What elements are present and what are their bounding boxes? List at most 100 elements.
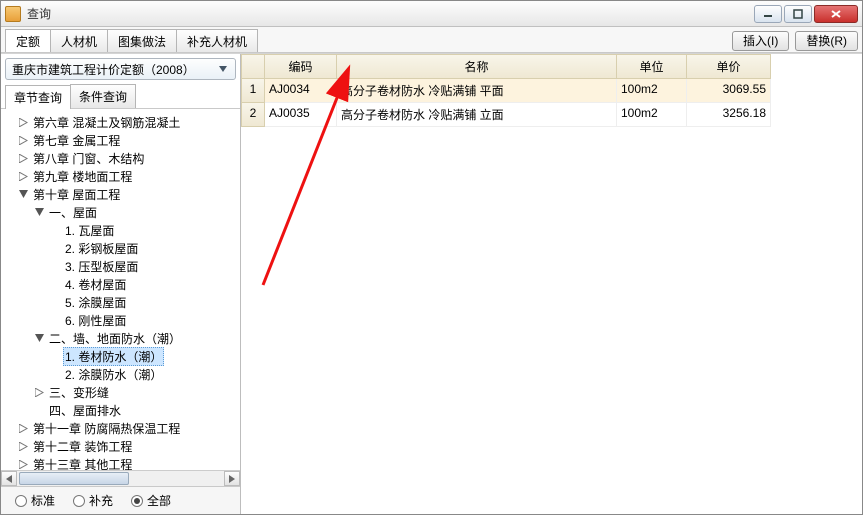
tree-node-label: 第十二章 装饰工程 [31,438,134,455]
expand-icon[interactable] [17,134,29,146]
col-header-name[interactable]: 名称 [337,54,617,79]
tree-node-label: 第九章 楼地面工程 [31,168,134,185]
tree-node-label: 四、屋面排水 [47,402,123,419]
tree-node-label: 第十三章 其他工程 [31,456,134,471]
tree-node[interactable]: 第十三章 其他工程 [1,455,240,470]
tree-node-label: 3. 压型板屋面 [63,258,140,275]
norm-combo[interactable]: 重庆市建筑工程计价定额（2008） [5,58,236,80]
tree-wrap: 第六章 混凝土及钢筋混凝土第七章 金属工程第八章 门窗、木结构第九章 楼地面工程… [1,109,240,486]
tree-node-label: 二、墙、地面防水（潮） [47,330,183,347]
right-panel: 编码名称单位单价 1AJ0034高分子卷材防水 冷贴满铺 平面100m23069.… [241,54,862,514]
chevron-down-icon [215,61,231,77]
tree-node-label: 第六章 混凝土及钢筋混凝土 [31,114,182,131]
minimize-icon [763,9,773,19]
col-header-rownum[interactable] [241,54,265,79]
cell-name[interactable]: 高分子卷材防水 冷贴满铺 立面 [337,103,617,127]
app-window: 查询 定额人材机图集做法补充人材机 插入(I) 替换(R) 重庆市建筑工程计价定… [0,0,863,515]
tree-node[interactable]: 1. 瓦屋面 [1,221,240,239]
collapse-icon[interactable] [17,188,29,200]
left-subtabs: 章节查询条件查询 [1,84,240,109]
tree-node[interactable]: 2. 涂膜防水（潮） [1,365,240,383]
window-title: 查询 [27,5,754,22]
expand-icon[interactable] [17,458,29,470]
cell-unit[interactable]: 100m2 [617,103,687,127]
radio-icon [15,495,27,507]
tree-node[interactable]: 5. 涂膜屋面 [1,293,240,311]
tab-2[interactable]: 图集做法 [107,29,177,52]
tree-node-label: 6. 刚性屋面 [63,312,128,329]
expand-icon[interactable] [17,422,29,434]
titlebar: 查询 [1,1,862,27]
expand-icon[interactable] [33,386,45,398]
cell-unit[interactable]: 100m2 [617,79,687,103]
radio-1[interactable]: 补充 [73,492,113,509]
scroll-thumb[interactable] [19,472,129,485]
tree-node-label: 4. 卷材屋面 [63,276,128,293]
radio-icon [131,495,143,507]
tree-node[interactable]: 3. 压型板屋面 [1,257,240,275]
tree-node[interactable]: 四、屋面排水 [1,401,240,419]
expand-icon[interactable] [17,152,29,164]
radio-icon [73,495,85,507]
tree-node-label: 第七章 金属工程 [31,132,122,149]
close-button[interactable] [814,5,858,23]
scroll-right-button[interactable] [224,471,240,486]
tree-node-label: 第十一章 防腐隔热保温工程 [31,420,182,437]
tree-horizontal-scrollbar[interactable] [1,470,240,486]
col-header-unit[interactable]: 单位 [617,54,687,79]
tree-node[interactable]: 第十一章 防腐隔热保温工程 [1,419,240,437]
radio-0[interactable]: 标准 [15,492,55,509]
cell-name[interactable]: 高分子卷材防水 冷贴满铺 平面 [337,79,617,103]
cell-price[interactable]: 3256.18 [687,103,771,127]
subtab-1[interactable]: 条件查询 [70,84,136,108]
results-grid[interactable]: 编码名称单位单价 1AJ0034高分子卷材防水 冷贴满铺 平面100m23069.… [241,54,862,127]
row-number[interactable]: 1 [241,79,265,103]
tree-node-label: 2. 彩钢板屋面 [63,240,140,257]
tab-3[interactable]: 补充人材机 [176,29,258,52]
tree-node-label: 5. 涂膜屋面 [63,294,128,311]
tree-node[interactable]: 1. 卷材防水（潮） [1,347,240,365]
replace-button[interactable]: 替换(R) [795,31,858,51]
expand-icon[interactable] [17,116,29,128]
minimize-button[interactable] [754,5,782,23]
tree-node[interactable]: 第十二章 装饰工程 [1,437,240,455]
radio-label: 标准 [31,492,55,509]
cell-code[interactable]: AJ0034 [265,79,337,103]
tab-1[interactable]: 人材机 [50,29,108,52]
collapse-icon[interactable] [33,332,45,344]
cell-code[interactable]: AJ0035 [265,103,337,127]
tree-node[interactable]: 第九章 楼地面工程 [1,167,240,185]
tree-node[interactable]: 2. 彩钢板屋面 [1,239,240,257]
tree-node[interactable]: 第六章 混凝土及钢筋混凝土 [1,113,240,131]
col-header-code[interactable]: 编码 [265,54,337,79]
scroll-track[interactable] [17,471,224,486]
tab-0[interactable]: 定额 [5,29,51,52]
expand-icon[interactable] [17,440,29,452]
tree-node-label: 2. 涂膜防水（潮） [63,366,164,383]
main-toolbar: 定额人材机图集做法补充人材机 插入(I) 替换(R) [1,27,862,53]
tree-node[interactable]: 6. 刚性屋面 [1,311,240,329]
filter-radios: 标准 补充 全部 [1,486,240,514]
cell-price[interactable]: 3069.55 [687,79,771,103]
tree-node[interactable]: 第八章 门窗、木结构 [1,149,240,167]
row-number[interactable]: 2 [241,103,265,127]
tree-node-label: 1. 瓦屋面 [63,222,116,239]
col-header-price[interactable]: 单价 [687,54,771,79]
tree-node[interactable]: 第十章 屋面工程 [1,185,240,203]
tree-node[interactable]: 4. 卷材屋面 [1,275,240,293]
radio-label: 全部 [147,492,171,509]
maximize-button[interactable] [784,5,812,23]
chapter-tree[interactable]: 第六章 混凝土及钢筋混凝土第七章 金属工程第八章 门窗、木结构第九章 楼地面工程… [1,109,240,470]
radio-2[interactable]: 全部 [131,492,171,509]
tree-node[interactable]: 三、变形缝 [1,383,240,401]
collapse-icon[interactable] [33,206,45,218]
subtab-0[interactable]: 章节查询 [5,85,71,109]
scroll-left-button[interactable] [1,471,17,486]
insert-button[interactable]: 插入(I) [732,31,789,51]
tree-node[interactable]: 一、屋面 [1,203,240,221]
tree-node[interactable]: 第七章 金属工程 [1,131,240,149]
close-icon [830,9,842,19]
expand-icon[interactable] [17,170,29,182]
top-tabstrip: 定额人材机图集做法补充人材机 [5,29,257,52]
tree-node[interactable]: 二、墙、地面防水（潮） [1,329,240,347]
